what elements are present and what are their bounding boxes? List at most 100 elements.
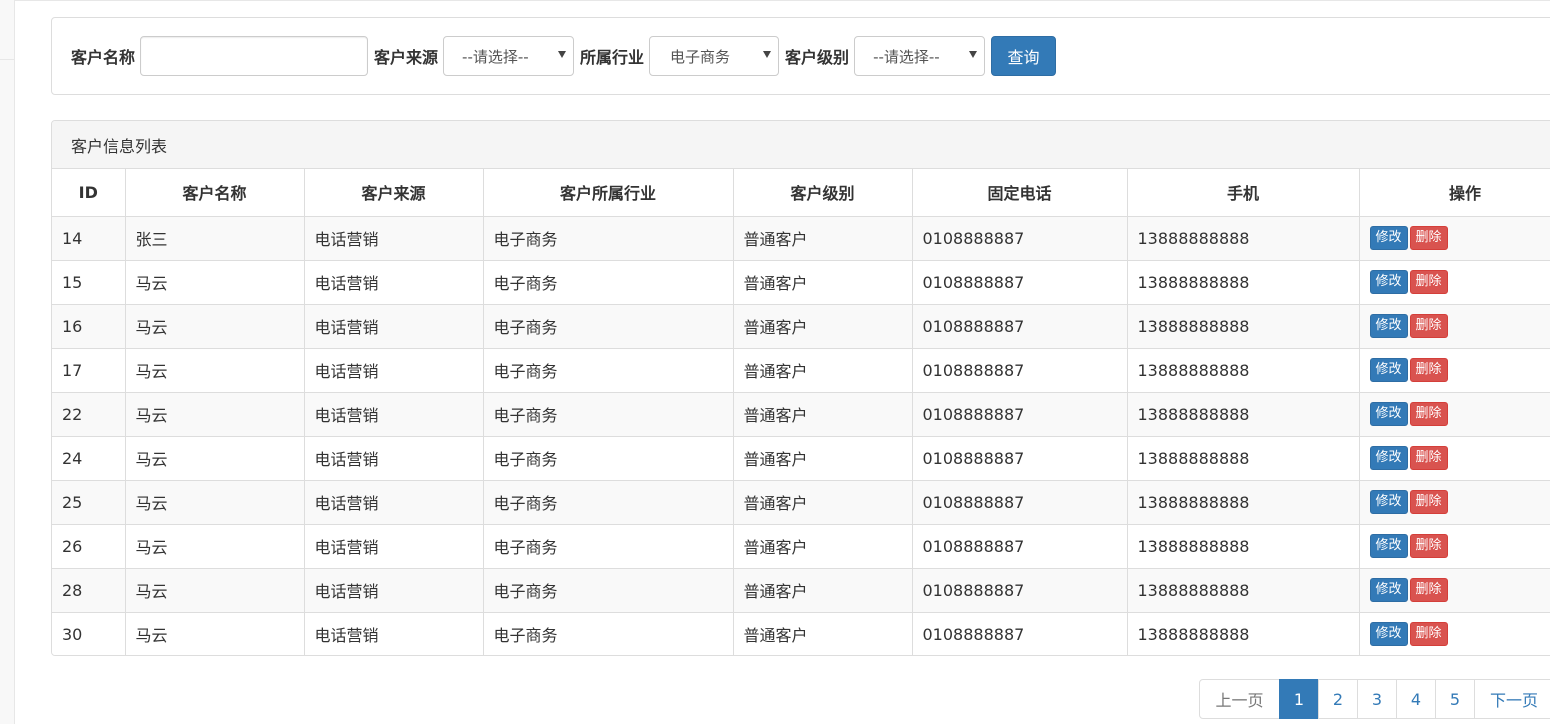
column-header: ID xyxy=(52,169,126,217)
delete-button[interactable]: 删除 xyxy=(1409,490,1448,514)
cell-phone: 0108888887 xyxy=(911,611,1128,655)
cell-level: 普通客户 xyxy=(732,259,913,305)
edit-button[interactable]: 修改 xyxy=(1369,270,1408,294)
cell-industry: 电子商务 xyxy=(482,567,734,613)
cell-mobile: 13888888888 xyxy=(1126,567,1360,613)
table-row: 15 马云 电话营销 电子商务 普通客户 0108888887 13888888888 修改删… xyxy=(52,259,1550,305)
caret-down-icon xyxy=(969,51,978,58)
cell-customer-name: 马云 xyxy=(124,303,305,349)
column-header: 客户级别 xyxy=(732,169,913,217)
cell-industry: 电子商务 xyxy=(482,347,734,393)
edit-button[interactable]: 修改 xyxy=(1369,226,1408,250)
page-link-3[interactable]: 3 xyxy=(1357,679,1397,719)
industry-selected: 电子商务 xyxy=(670,47,731,66)
table-header-row: ID 客户名称 客户来源 客户所属行业 客户级别 固定电话 手机 操作 xyxy=(52,169,1550,217)
edit-button[interactable]: 修改 xyxy=(1369,490,1408,514)
cell-id: 30 xyxy=(52,611,126,655)
cell-customer-name: 马云 xyxy=(124,347,305,393)
page-link-1[interactable]: 1 xyxy=(1279,679,1319,719)
delete-button[interactable]: 删除 xyxy=(1409,446,1448,470)
delete-button[interactable]: 删除 xyxy=(1409,358,1448,382)
edit-button[interactable]: 修改 xyxy=(1369,622,1408,646)
table-row: 24 马云 电话营销 电子商务 普通客户 0108888887 13888888888 修改删… xyxy=(52,435,1550,481)
column-header: 操作 xyxy=(1358,169,1550,217)
customer-level-label: 客户级别 xyxy=(785,48,850,67)
delete-button[interactable]: 删除 xyxy=(1409,402,1448,426)
cell-mobile: 13888888888 xyxy=(1126,391,1360,437)
cell-customer-name: 马云 xyxy=(124,479,305,525)
delete-button[interactable]: 删除 xyxy=(1409,270,1448,294)
cell-customer-name: 马云 xyxy=(124,391,305,437)
cell-industry: 电子商务 xyxy=(482,259,734,305)
prev-page-link[interactable]: 上一页 xyxy=(1199,679,1280,719)
cell-customer-name: 马云 xyxy=(124,435,305,481)
cell-phone: 0108888887 xyxy=(911,391,1128,437)
cell-source: 电话营销 xyxy=(303,435,484,481)
table-row: 25 马云 电话营销 电子商务 普通客户 0108888887 13888888888 修改删… xyxy=(52,479,1550,525)
cell-id: 28 xyxy=(52,567,126,613)
cell-id: 16 xyxy=(52,303,126,349)
pagination: 上一页 1 2 3 4 5 下一页 xyxy=(1199,679,1550,719)
edit-button[interactable]: 修改 xyxy=(1369,446,1408,470)
cell-actions: 修改 删除 xyxy=(1358,391,1550,437)
sidebar-edge xyxy=(0,0,15,724)
cell-level: 普通客户 xyxy=(732,215,913,261)
customer-list-panel: 客户信息列表 ID 客户名称 客户来源 客户所属行业 客户级别 固定电话 手机 … xyxy=(51,120,1550,656)
delete-button[interactable]: 删除 xyxy=(1409,534,1448,558)
table-row: 17 马云 电话营销 电子商务 普通客户 0108888887 13888888888 修改删… xyxy=(52,347,1550,393)
cell-industry: 电子商务 xyxy=(482,215,734,261)
column-header: 客户名称 xyxy=(124,169,305,217)
cell-actions: 修改 删除 xyxy=(1358,435,1550,481)
customer-level-select[interactable]: --请选择-- xyxy=(854,36,986,76)
cell-id: 26 xyxy=(52,523,126,569)
cell-source: 电话营销 xyxy=(303,611,484,655)
cell-phone: 0108888887 xyxy=(911,347,1128,393)
cell-customer-name: 马云 xyxy=(124,567,305,613)
cell-level: 普通客户 xyxy=(732,567,913,613)
edit-button[interactable]: 修改 xyxy=(1369,402,1408,426)
industry-select[interactable]: 电子商务 xyxy=(649,36,780,76)
cell-actions: 修改 删除 xyxy=(1358,523,1550,569)
edit-button[interactable]: 修改 xyxy=(1369,578,1408,602)
cell-mobile: 13888888888 xyxy=(1126,303,1360,349)
cell-mobile: 13888888888 xyxy=(1126,435,1360,481)
cell-customer-name: 张三 xyxy=(124,215,305,261)
query-button[interactable]: 查询 xyxy=(991,36,1057,76)
table-row: 22 马云 电话营销 电子商务 普通客户 0108888887 13888888888 修改删… xyxy=(52,391,1550,437)
customer-name-input[interactable] xyxy=(140,36,369,76)
cell-level: 普通客户 xyxy=(732,435,913,481)
delete-button[interactable]: 删除 xyxy=(1409,622,1448,646)
cell-actions: 修改 删除 xyxy=(1358,611,1550,655)
cell-phone: 0108888887 xyxy=(911,567,1128,613)
customer-source-selected: --请选择-- xyxy=(462,47,529,66)
edit-button[interactable]: 修改 xyxy=(1369,358,1408,382)
delete-button[interactable]: 删除 xyxy=(1409,314,1448,338)
cell-customer-name: 马云 xyxy=(124,611,305,655)
table-row: 16 马云 电话营销 电子商务 普通客户 0108888887 13888888888 修改删… xyxy=(52,303,1550,349)
cell-source: 电话营销 xyxy=(303,303,484,349)
page-link-4[interactable]: 4 xyxy=(1396,679,1436,719)
cell-phone: 0108888887 xyxy=(911,523,1128,569)
table-row: 28 马云 电话营销 电子商务 普通客户 0108888887 13888888888 修改删… xyxy=(52,567,1550,613)
delete-button[interactable]: 删除 xyxy=(1409,226,1448,250)
cell-level: 普通客户 xyxy=(732,523,913,569)
customer-level-selected: --请选择-- xyxy=(873,47,940,66)
search-form: 客户名称 客户来源 --请选择-- 所属行业 电子商务 客户级别 --请选择--… xyxy=(71,36,1057,76)
cell-industry: 电子商务 xyxy=(482,479,734,525)
page-link-5[interactable]: 5 xyxy=(1435,679,1475,719)
column-header: 客户来源 xyxy=(303,169,484,217)
edit-button[interactable]: 修改 xyxy=(1369,314,1408,338)
edit-button[interactable]: 修改 xyxy=(1369,534,1408,558)
delete-button[interactable]: 删除 xyxy=(1409,578,1448,602)
cell-actions: 修改 删除 xyxy=(1358,567,1550,613)
cell-mobile: 13888888888 xyxy=(1126,479,1360,525)
column-header: 固定电话 xyxy=(911,169,1128,217)
cell-level: 普通客户 xyxy=(732,611,913,655)
page-link-2[interactable]: 2 xyxy=(1318,679,1358,719)
cell-source: 电话营销 xyxy=(303,523,484,569)
cell-mobile: 13888888888 xyxy=(1126,611,1360,655)
next-page-link[interactable]: 下一页 xyxy=(1474,679,1550,719)
cell-phone: 0108888887 xyxy=(911,215,1128,261)
customer-source-select[interactable]: --请选择-- xyxy=(443,36,575,76)
cell-actions: 修改 删除 xyxy=(1358,215,1550,261)
